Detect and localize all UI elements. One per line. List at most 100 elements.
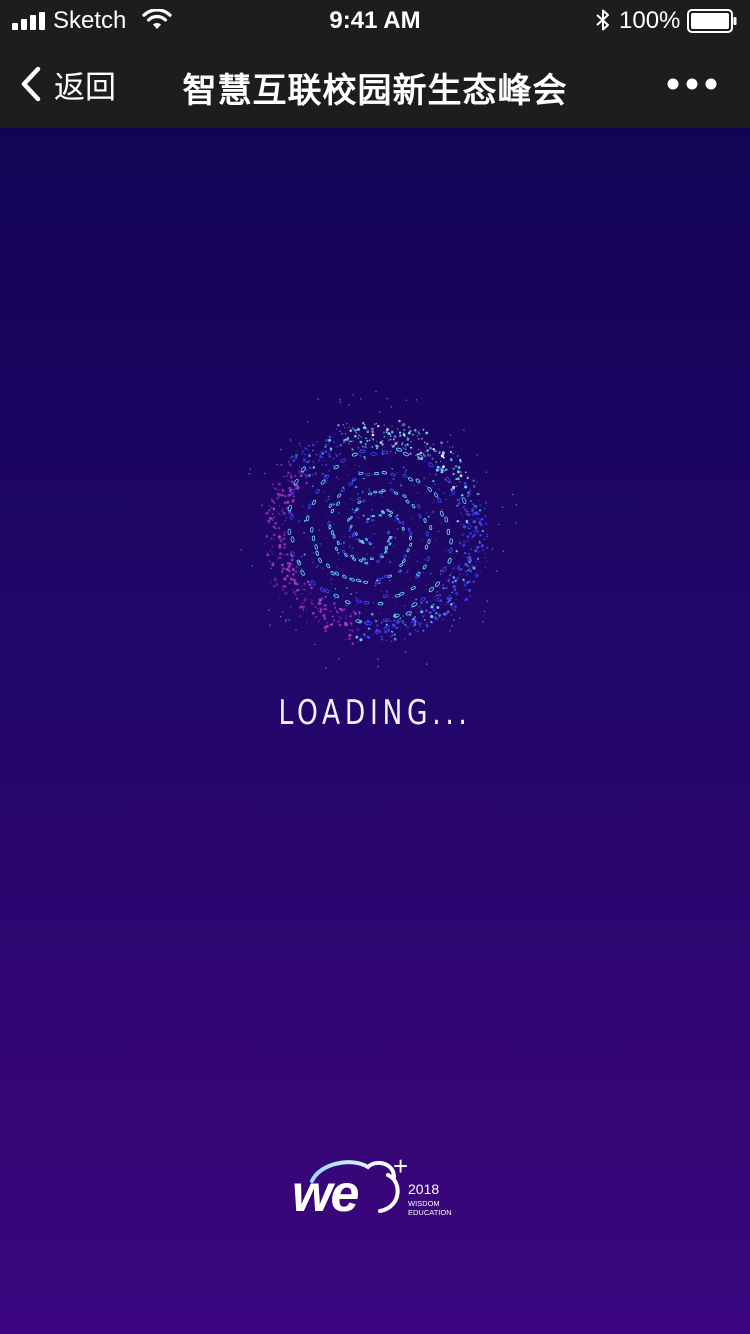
particle: [404, 448, 407, 451]
particle: [335, 446, 337, 448]
particle: [315, 550, 320, 556]
particle: [478, 521, 481, 524]
particle: [338, 623, 342, 627]
particle: [300, 602, 302, 604]
particle: [344, 638, 346, 641]
particle: [395, 615, 398, 619]
particle: [302, 544, 304, 546]
particle: [280, 615, 282, 618]
particle: [350, 554, 355, 559]
particle: [399, 563, 404, 567]
particle: [414, 501, 416, 504]
particle: [481, 529, 484, 533]
particle: [459, 471, 462, 474]
particle: [368, 492, 373, 496]
particle: [393, 633, 396, 636]
particle: [281, 514, 283, 516]
particle: [380, 638, 384, 641]
particle: [328, 444, 330, 446]
more-horizontal-icon[interactable]: [664, 72, 720, 96]
particle: [406, 625, 410, 629]
particle: [486, 600, 489, 602]
particle: [382, 594, 389, 598]
particle: [402, 423, 406, 427]
particle: [277, 482, 281, 486]
particle: [324, 629, 327, 633]
particle: [355, 538, 358, 540]
particle: [314, 606, 317, 608]
particle: [394, 593, 401, 598]
particle: [277, 527, 281, 530]
particle: [384, 446, 386, 448]
particle: [390, 640, 393, 643]
particle: [420, 607, 422, 609]
particle: [316, 441, 318, 443]
particle: [457, 466, 461, 469]
particle: [348, 628, 351, 632]
particle: [371, 437, 373, 439]
particle: [445, 586, 448, 590]
particle: [296, 596, 298, 598]
particle: [302, 461, 304, 463]
particle: [355, 604, 357, 606]
particle: [429, 600, 432, 602]
particle: [479, 504, 482, 507]
particle: [312, 499, 317, 506]
particle: [484, 566, 487, 568]
particle: [395, 626, 399, 630]
particle: [408, 477, 413, 482]
particle: [318, 610, 320, 612]
particle: [290, 577, 294, 581]
particle: [342, 541, 345, 544]
particle: [424, 455, 427, 458]
particle: [397, 619, 400, 622]
particle: [310, 586, 313, 589]
particle: [386, 508, 390, 513]
particle: [340, 458, 346, 463]
particle: [296, 583, 299, 586]
particle: [450, 488, 453, 491]
logo-plus: +: [393, 1155, 408, 1181]
particle: [425, 663, 428, 665]
particle: [381, 448, 383, 450]
particle: [371, 634, 373, 636]
particle: [266, 511, 270, 515]
particle: [353, 479, 356, 481]
particle: [374, 423, 376, 425]
particle: [264, 472, 266, 475]
particle: [381, 590, 383, 593]
particle: [332, 457, 335, 460]
particle: [351, 624, 353, 627]
particle: [299, 615, 302, 618]
particle: [374, 519, 376, 521]
particle: [417, 438, 420, 440]
particle: [355, 507, 359, 512]
back-button[interactable]: 返回: [18, 64, 116, 106]
particle: [423, 558, 426, 561]
particle: [470, 548, 472, 551]
particle: [397, 445, 400, 447]
particle: [311, 599, 313, 601]
particle: [406, 571, 408, 574]
particle: [363, 634, 366, 637]
particle: [402, 531, 405, 534]
particle: [266, 553, 270, 557]
particle: [414, 619, 416, 622]
particle: [451, 591, 453, 594]
particle: [373, 532, 376, 535]
particle: [421, 538, 424, 541]
particle: [402, 559, 406, 563]
particle: [295, 570, 298, 573]
particle: [264, 512, 266, 514]
particle: [308, 454, 311, 457]
particle: [282, 589, 284, 591]
particle: [466, 556, 469, 559]
particle: [307, 536, 310, 539]
particle: [409, 429, 412, 433]
particle: [354, 596, 358, 600]
particle: [383, 435, 386, 438]
particle: [381, 449, 383, 452]
particle: [376, 560, 380, 563]
particle: [367, 619, 369, 621]
particle: [434, 613, 436, 616]
